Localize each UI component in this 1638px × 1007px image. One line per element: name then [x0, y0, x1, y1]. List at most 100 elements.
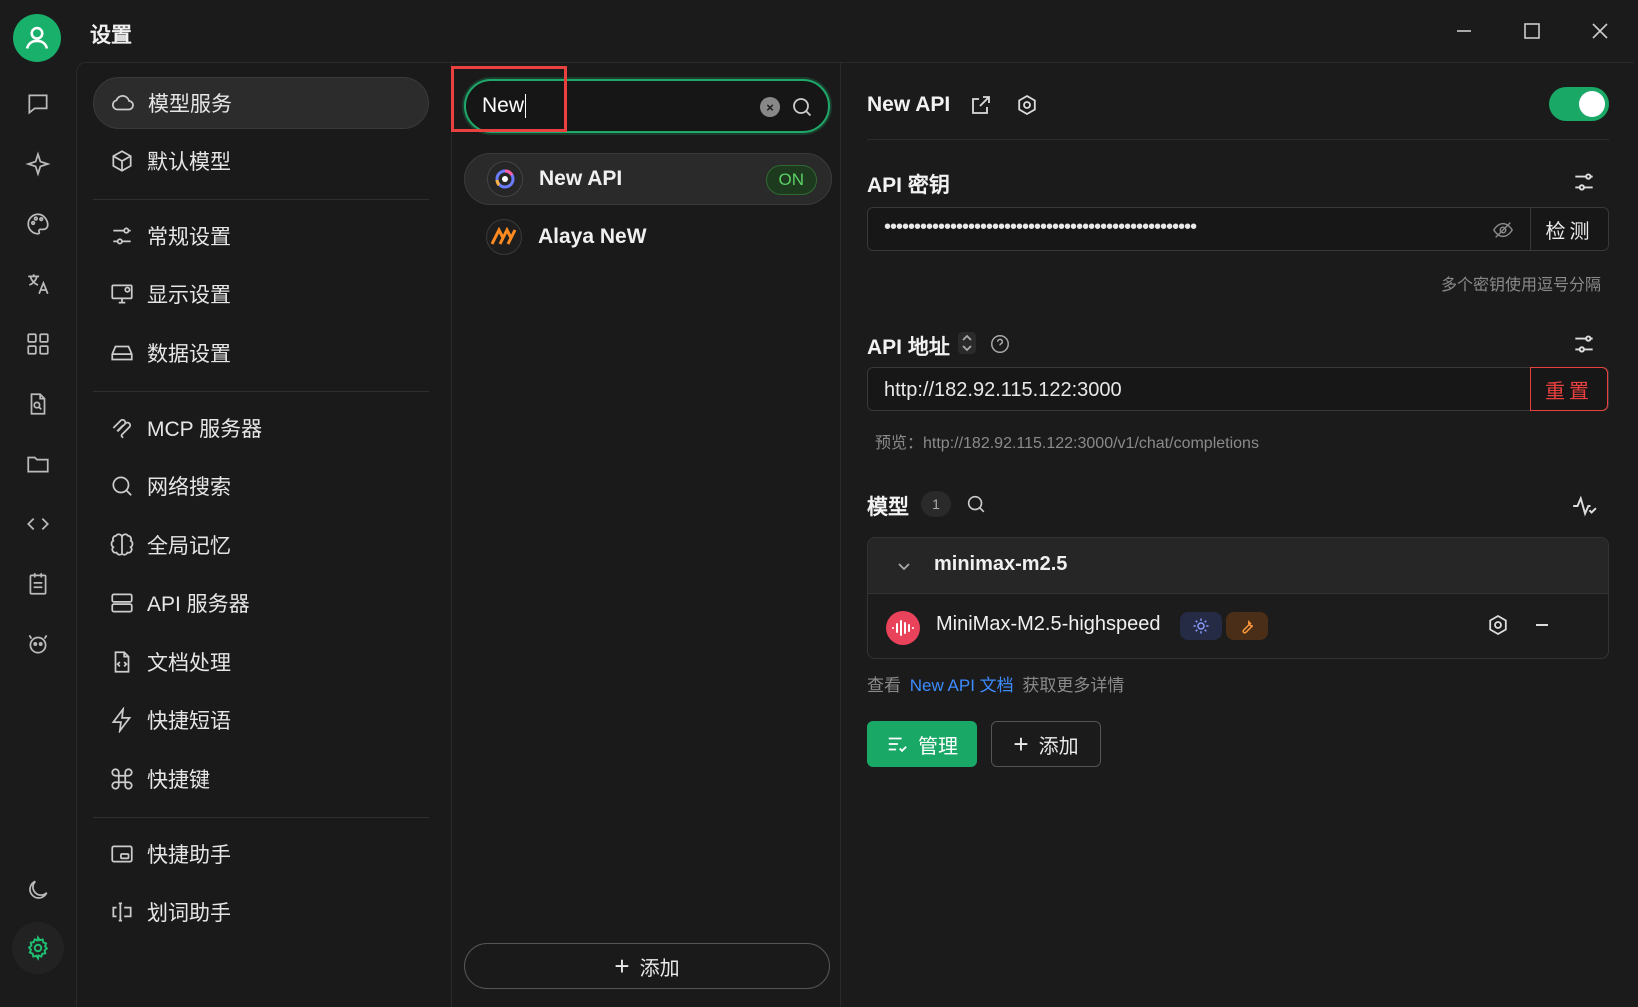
- nav-item-label: 网络搜索: [147, 476, 231, 499]
- add-provider-label: 添加: [639, 957, 680, 980]
- docs-link[interactable]: New API 文档: [910, 676, 1014, 695]
- nav-item-label: MCP 服务器: [147, 418, 263, 441]
- minimax-logo: [886, 611, 920, 645]
- provider-detail: New API API 密钥 •••••••••••••••••••••••••…: [841, 62, 1638, 1007]
- folder-icon: [27, 456, 49, 473]
- highlight-annotation: [451, 66, 567, 132]
- nav-item-web-search[interactable]: 网络搜索: [93, 460, 429, 512]
- nav-item-memory[interactable]: 全局记忆: [93, 519, 429, 571]
- add-provider-button[interactable]: + 添加: [464, 943, 830, 989]
- nav-item-quick-assistant[interactable]: 快捷助手: [93, 828, 429, 880]
- search-icon[interactable]: [790, 95, 814, 119]
- nav-item-label: 模型服务: [148, 93, 232, 116]
- rail-settings[interactable]: [12, 922, 64, 974]
- api-url-preview: 预览：http://182.92.115.122:3000/v1/chat/co…: [875, 435, 1259, 452]
- rail-palette[interactable]: [18, 204, 58, 244]
- plus-icon: +: [1013, 729, 1029, 759]
- external-link-icon[interactable]: [969, 93, 993, 117]
- minimize-button[interactable]: [1446, 16, 1482, 46]
- check-button[interactable]: 检测: [1530, 207, 1608, 251]
- maximize-button[interactable]: [1514, 16, 1550, 46]
- maximize-icon: [1524, 23, 1540, 39]
- user-avatar[interactable]: [13, 14, 61, 62]
- nav-item-data[interactable]: 数据设置: [93, 327, 429, 379]
- nav-item-label: 显示设置: [147, 284, 231, 307]
- sliders-icon[interactable]: [1571, 331, 1597, 357]
- rail-files-search[interactable]: [18, 384, 58, 424]
- manage-models-button[interactable]: 管理: [867, 721, 977, 767]
- rail-notes[interactable]: [18, 564, 58, 604]
- sun-icon: [1193, 618, 1209, 634]
- nav-item-quick-phrases[interactable]: 快捷短语: [93, 694, 429, 746]
- provider-title: New API: [867, 93, 951, 116]
- search-icon: [112, 476, 132, 496]
- brain-icon: [110, 533, 134, 556]
- api-key-input[interactable]: ••••••••••••••••••••••••••••••••••••••••…: [867, 207, 1609, 251]
- clear-icon[interactable]: ×: [760, 97, 780, 117]
- model-group-header[interactable]: minimax-m2.5: [868, 538, 1608, 594]
- api-url-value: http://182.92.115.122:3000: [884, 379, 1122, 401]
- rail-translate[interactable]: [18, 264, 58, 304]
- settings-icon[interactable]: [1015, 93, 1039, 117]
- rail-folder[interactable]: [18, 444, 58, 484]
- tool-capability-chip: [1226, 612, 1268, 640]
- rail-bot[interactable]: [18, 624, 58, 664]
- add-model-label: 添加: [1038, 735, 1079, 758]
- provider-item-new-api[interactable]: New API ON: [464, 153, 832, 205]
- nav-item-api-server[interactable]: API 服务器: [93, 577, 429, 629]
- remove-model-icon[interactable]: [1530, 613, 1554, 637]
- mcp-icon: [112, 419, 131, 439]
- chevron-up-down-icon[interactable]: [957, 331, 977, 355]
- sliders-icon[interactable]: [1571, 169, 1597, 195]
- list-check-icon: [888, 737, 907, 753]
- help-icon[interactable]: [989, 333, 1011, 355]
- reset-button[interactable]: 重置: [1530, 367, 1608, 411]
- close-button[interactable]: [1582, 16, 1618, 46]
- nav-item-label: 全局记忆: [147, 535, 231, 558]
- api-url-input[interactable]: http://182.92.115.122:3000 重置: [867, 367, 1609, 411]
- rail-assistant[interactable]: [18, 144, 58, 184]
- hard-drive-icon: [111, 345, 133, 361]
- window-edge: [1634, 62, 1638, 1007]
- nav-item-display[interactable]: 显示设置: [93, 268, 429, 320]
- api-key-hint: 多个密钥使用逗号分隔: [1441, 277, 1602, 294]
- manage-label: 管理: [918, 735, 958, 758]
- new-api-logo: [487, 161, 523, 197]
- window-icon: [111, 845, 133, 863]
- status-badge: ON: [765, 165, 817, 195]
- nav-item-general[interactable]: 常规设置: [93, 210, 429, 262]
- rail-apps[interactable]: [18, 324, 58, 364]
- search-icon[interactable]: [965, 493, 987, 515]
- model-name: MiniMax-M2.5-highspeed: [936, 613, 1161, 635]
- settings-nav: 模型服务 默认模型 常规设置 显示设置 数据设置 MCP 服务器 网络搜索 全局…: [76, 62, 452, 1007]
- api-key-label: API 密钥: [867, 174, 950, 197]
- health-check-icon[interactable]: [1571, 493, 1597, 519]
- provider-name: Alaya NeW: [538, 225, 647, 248]
- provider-enable-toggle[interactable]: [1549, 87, 1609, 121]
- nav-item-mcp[interactable]: MCP 服务器: [93, 402, 429, 454]
- bot-icon: [28, 634, 48, 654]
- rail-chat[interactable]: [18, 84, 58, 124]
- nav-item-selection-assistant[interactable]: 划词助手: [93, 886, 429, 938]
- rail-theme-toggle[interactable]: [18, 870, 58, 910]
- model-group-name: minimax-m2.5: [934, 553, 1068, 575]
- eye-off-icon[interactable]: [1492, 219, 1514, 241]
- chevron-down-icon: [898, 563, 910, 571]
- provider-name: New API: [539, 167, 623, 190]
- nav-item-label: 快捷短语: [147, 710, 231, 733]
- nav-item-label: 常规设置: [147, 226, 231, 249]
- wrench-icon: [1242, 619, 1254, 634]
- add-model-button[interactable]: + 添加: [991, 721, 1101, 767]
- palette-icon: [27, 213, 49, 235]
- rail-code[interactable]: [18, 504, 58, 544]
- nav-item-default-model[interactable]: 默认模型: [93, 135, 429, 187]
- nav-item-document[interactable]: 文档处理: [93, 636, 429, 688]
- nav-item-model-service[interactable]: 模型服务: [93, 77, 429, 129]
- nav-item-shortcuts[interactable]: 快捷键: [93, 753, 429, 805]
- monitor-gear-icon: [111, 284, 133, 304]
- divider: [867, 139, 1609, 140]
- server-icon: [111, 593, 133, 613]
- provider-item-alaya-new[interactable]: Alaya NeW: [464, 211, 832, 263]
- model-settings-icon[interactable]: [1486, 613, 1510, 637]
- icon-rail: [0, 62, 76, 1007]
